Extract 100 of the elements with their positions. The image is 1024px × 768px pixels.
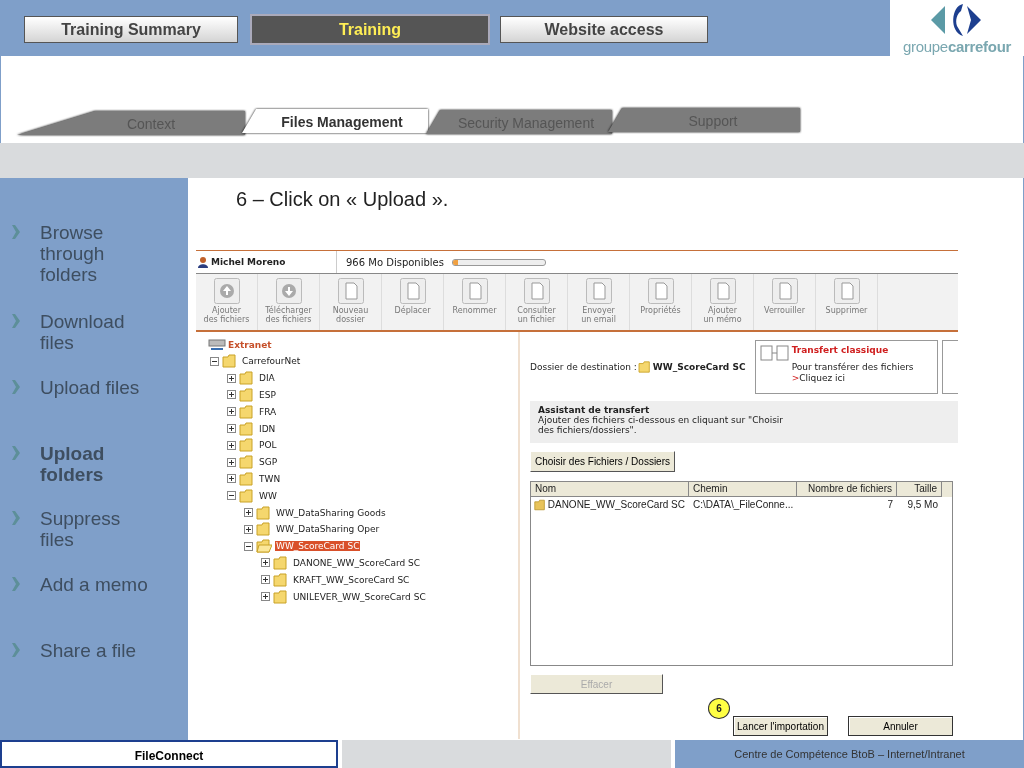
tree-item[interactable]: SGP (258, 457, 279, 468)
toolbar-button[interactable]: Renommer (444, 274, 506, 330)
tree-item[interactable]: UNILEVER_WW_ScoreCard SC (292, 591, 427, 602)
expander-icon[interactable] (261, 575, 270, 585)
chevron-icon (12, 577, 20, 591)
chevron-icon (12, 225, 20, 239)
expander-icon[interactable] (244, 508, 253, 518)
tree-root[interactable]: Extranet (228, 339, 272, 350)
toolbar-button[interactable]: Supprimer (816, 274, 878, 330)
expander-icon[interactable] (261, 592, 270, 602)
folder-icon (239, 404, 255, 419)
toolbar-button[interactable]: Télécharger des fichiers (258, 274, 320, 330)
folder-icon (273, 589, 289, 604)
second-card[interactable] (942, 340, 958, 394)
footer-credit: Centre de Compétence BtoB – Internet/Intranet (675, 740, 1024, 768)
tree-item[interactable]: WW_DataSharing Goods (275, 507, 387, 518)
step-title: 6 – Click on « Upload ». (235, 188, 450, 212)
toolbar-button[interactable]: Verrouiller (754, 274, 816, 330)
tree-item[interactable]: DANONE_WW_ScoreCard SC (292, 557, 422, 568)
tree-item[interactable]: IDN (258, 423, 277, 434)
document-icon (647, 278, 674, 304)
expander-icon[interactable] (227, 424, 236, 434)
expander-icon[interactable] (227, 407, 236, 417)
import-button[interactable]: Lancer l'importation (733, 716, 828, 736)
folder-icon (239, 471, 255, 486)
card-text: Pour transférer des fichiers (791, 362, 914, 372)
column-header[interactable]: Nombre de fichiers (797, 482, 897, 497)
expander-icon[interactable] (210, 356, 219, 366)
destination-folder: WW_ScoreCard SC (652, 362, 746, 372)
folder-icon (273, 555, 289, 570)
expander-icon[interactable] (227, 440, 236, 450)
folder-icon (637, 361, 652, 373)
network-icon (208, 338, 226, 351)
column-header[interactable]: Chemin (689, 482, 797, 497)
transfer-card[interactable]: Transfert classique Pour transférer des fichiers >Cliquez ici (754, 340, 939, 394)
user-name: Michel Moreno (211, 257, 286, 267)
folder-icon (239, 388, 255, 402)
tree-item[interactable]: WW (258, 490, 278, 501)
chevron-icon (12, 314, 20, 328)
chevron-icon (12, 511, 20, 525)
toolbar-button[interactable]: Envoyer un email (568, 274, 630, 330)
toolbar-button[interactable]: Nouveau dossier (320, 274, 382, 330)
tree-item[interactable]: KRAFT_WW_ScoreCard SC (292, 574, 411, 585)
tree-item[interactable]: CarrefourNet (241, 356, 302, 367)
card-link[interactable]: Cliquez ici (799, 373, 845, 383)
logo-text: groupecarrefour (902, 37, 1012, 55)
quota-text: 966 Mo Disponibles (346, 256, 444, 268)
assistant-text: Ajouter des fichiers ci-dessous en cliquant sur "Choisir des fichiers/dossiers". (538, 415, 785, 435)
toolbar-button[interactable]: Consulter un fichier (506, 274, 568, 330)
nav-tab[interactable]: Training (252, 16, 488, 43)
document-icon (399, 278, 426, 304)
document-icon (833, 278, 860, 304)
table-cell-text: 7 (886, 499, 894, 510)
expander-icon[interactable] (227, 373, 236, 383)
download-icon (275, 278, 302, 304)
column-header[interactable]: Taille (897, 482, 942, 497)
expander-icon[interactable] (261, 558, 270, 568)
tree-item[interactable]: DIA (258, 373, 276, 384)
folder-icon (239, 421, 255, 436)
toolbar-button[interactable]: Propriétés (630, 274, 692, 330)
tree-item[interactable]: WW_DataSharing Oper (275, 524, 381, 535)
table-cell-text: 9,5 Mo (906, 499, 939, 510)
expander-icon[interactable] (244, 524, 253, 534)
chevron-icon (12, 643, 20, 657)
cancel-button[interactable]: Annuler (848, 716, 953, 736)
document-icon (523, 278, 550, 304)
tree-item[interactable]: ESP (258, 390, 277, 400)
nav-tab[interactable]: Website access (500, 16, 708, 43)
table-cell: DANONE_WW_ScoreCard SC (547, 499, 685, 510)
tree-item[interactable]: FRA (258, 406, 278, 417)
document-icon (771, 278, 798, 304)
tree-item[interactable]: POL (258, 440, 278, 451)
footer-title: FileConnect (0, 740, 338, 768)
tree-item[interactable]: WW_ScoreCard SC (275, 541, 361, 552)
link-arrow: > (791, 373, 800, 383)
expander-icon[interactable] (244, 541, 253, 551)
folder-icon (256, 505, 272, 520)
document-icon (337, 278, 364, 304)
expander-icon[interactable] (227, 457, 236, 467)
tree-item[interactable]: TWN (258, 473, 282, 484)
chevron-icon (12, 446, 20, 460)
choose-files-button[interactable]: Choisir des Fichiers / Dossiers (530, 451, 675, 472)
expander-icon[interactable] (227, 390, 236, 400)
folder-icon (256, 522, 272, 537)
folder-icon (273, 572, 289, 587)
expander-icon[interactable] (227, 474, 236, 484)
open-folder-icon (256, 539, 272, 554)
user-icon (198, 256, 208, 268)
toolbar-button[interactable]: Ajouter des fichiers (196, 274, 258, 330)
document-icon (709, 278, 736, 304)
toolbar-button[interactable]: Déplacer (382, 274, 444, 330)
table-cell-text: C:\DATA\_FileConne... (692, 499, 795, 510)
nav-tab[interactable]: Training Summary (24, 16, 238, 43)
upload-icon (213, 278, 240, 304)
assistant-title: Assistant de transfert (538, 405, 651, 415)
card-title: Transfert classique (791, 345, 890, 355)
column-header[interactable]: Nom (531, 482, 689, 497)
expander-icon[interactable] (227, 491, 236, 501)
documents-icon (759, 345, 790, 361)
toolbar-button[interactable]: Ajouter un mémo (692, 274, 754, 330)
